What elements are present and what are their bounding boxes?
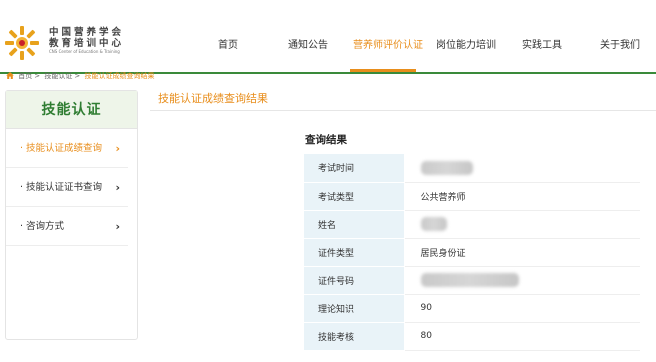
result-heading: 查询结果 (305, 134, 347, 146)
nav-home[interactable]: 首页 (218, 36, 238, 51)
sidebar-item-contact[interactable]: · 咨询方式 › (6, 207, 128, 246)
sidebar-item-certificate-query[interactable]: · 技能认证证书查询 › (6, 168, 128, 207)
nav-practice-tools[interactable]: 实践工具 (522, 36, 562, 51)
site-header: 中国营养学会 教育培训中心 CNS Center of Education & … (0, 0, 656, 72)
row-value: 90 (404, 294, 640, 323)
row-label: 技能考核 (304, 322, 405, 351)
row-label: 证件类型 (304, 238, 405, 267)
row-value (404, 154, 640, 183)
row-label: 考试类型 (304, 182, 405, 211)
logo-name-line2: 教育培训中心 (49, 38, 125, 49)
breadcrumb-separator: > (74, 72, 81, 80)
logo-name-line1: 中国营养学会 (49, 27, 125, 38)
nav-job-training[interactable]: 岗位能力培训 (436, 36, 496, 51)
breadcrumb-home[interactable]: 首页 (18, 72, 32, 80)
result-table: 考试时间 考试类型 公共营养师 姓名 证件类型 居民身份证 证件号码 理论知识 … (304, 154, 640, 351)
row-value: 居民身份证 (404, 238, 640, 267)
nav-about-us[interactable]: 关于我们 (600, 36, 640, 51)
chevron-right-icon: › (115, 142, 120, 155)
table-row: 考试时间 (304, 154, 640, 183)
title-divider (150, 110, 656, 111)
row-value: 80 (404, 322, 640, 351)
sidebar-title: 技能认证 (6, 91, 137, 129)
breadcrumb-level1[interactable]: 技能认证 (44, 72, 72, 80)
table-row: 证件号码 (304, 266, 640, 295)
sidebar-item-label: · 技能认证证书查询 (20, 182, 103, 193)
sidebar-item-score-query[interactable]: · 技能认证成绩查询 › (6, 129, 128, 168)
row-label: 理论知识 (304, 294, 405, 323)
table-row: 考试类型 公共营养师 (304, 182, 640, 211)
sunburst-logo-icon[interactable] (4, 25, 40, 61)
row-value (404, 266, 640, 295)
table-row: 姓名 (304, 210, 640, 239)
redacted-value (420, 217, 447, 231)
breadcrumb-separator: > (34, 72, 41, 80)
chevron-right-icon: › (115, 220, 120, 233)
table-row: 技能考核 80 (304, 322, 640, 351)
home-icon (6, 72, 14, 79)
redacted-value (420, 273, 519, 287)
row-label: 证件号码 (304, 266, 405, 295)
sidebar: 技能认证 · 技能认证成绩查询 › · 技能认证证书查询 › · 咨询方式 › (5, 90, 138, 340)
breadcrumb: 首页 > 技能认证 > 技能认证成绩查询结果 (0, 72, 170, 81)
row-label: 考试时间 (304, 154, 405, 183)
nav-notices[interactable]: 通知公告 (288, 36, 328, 51)
row-value (404, 210, 640, 239)
row-label: 姓名 (304, 210, 405, 239)
breadcrumb-current: 技能认证成绩查询结果 (84, 72, 155, 80)
chevron-right-icon: › (115, 181, 120, 194)
sidebar-item-label: · 咨询方式 (20, 221, 65, 232)
logo-text[interactable]: 中国营养学会 教育培训中心 CNS Center of Education & … (49, 27, 124, 55)
table-row: 理论知识 90 (304, 294, 640, 323)
sidebar-item-label: · 技能认证成绩查询 (20, 143, 103, 154)
page-title: 技能认证成绩查询结果 (158, 92, 268, 105)
redacted-value (420, 160, 473, 175)
nav-certification[interactable]: 营养师评价认证 (353, 36, 423, 51)
row-value: 公共营养师 (404, 182, 640, 211)
logo-name-english: CNS Center of Education & Training (49, 49, 120, 54)
table-row: 证件类型 居民身份证 (304, 238, 640, 267)
